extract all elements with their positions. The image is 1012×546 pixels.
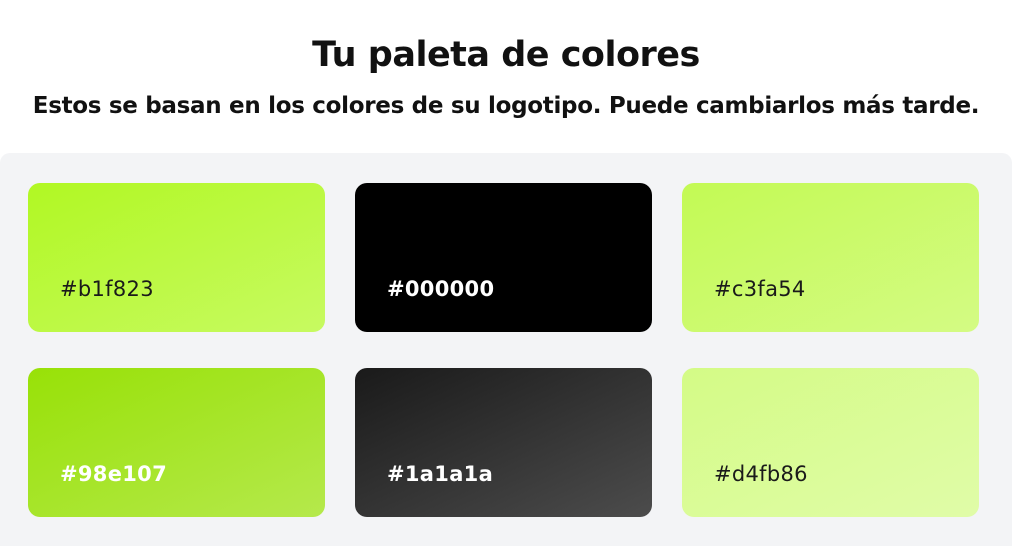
color-swatch-hex: #b1f823 (60, 277, 154, 301)
palette-panel: #b1f823 #000000 #c3fa54 #98e107 #1a1a1a … (0, 153, 1012, 546)
color-swatch-3[interactable]: #c3fa54 (682, 183, 979, 332)
color-swatch-4[interactable]: #98e107 (28, 368, 325, 517)
color-swatch-hex: #1a1a1a (387, 462, 494, 486)
color-swatch-hex: #000000 (387, 277, 495, 301)
page: Tu paleta de colores Estos se basan en l… (0, 0, 1012, 546)
color-swatch-hex: #c3fa54 (714, 277, 806, 301)
page-title: Tu paleta de colores (312, 35, 700, 75)
color-swatch-2[interactable]: #000000 (355, 183, 652, 332)
color-swatch-6[interactable]: #d4fb86 (682, 368, 979, 517)
color-swatch-5[interactable]: #1a1a1a (355, 368, 652, 517)
color-swatch-hex: #d4fb86 (714, 462, 808, 486)
color-swatch-hex: #98e107 (60, 462, 167, 486)
color-swatch-1[interactable]: #b1f823 (28, 183, 325, 332)
page-subtitle: Estos se basan en los colores de su logo… (32, 93, 980, 119)
